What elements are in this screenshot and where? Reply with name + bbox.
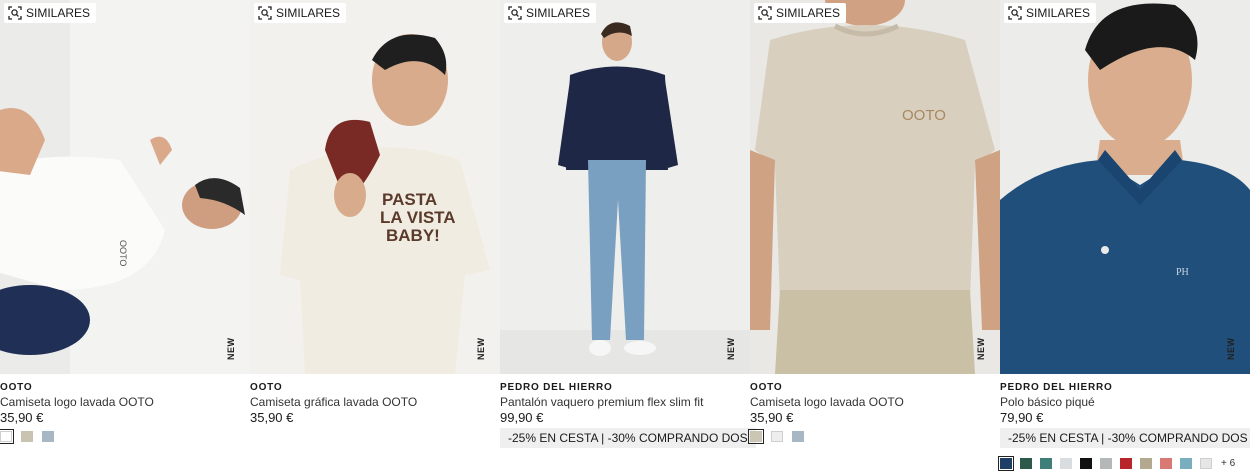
similar-label: SIMILARES bbox=[26, 6, 91, 20]
new-badge: NEW bbox=[1226, 337, 1236, 361]
color-swatch[interactable] bbox=[1200, 458, 1212, 469]
color-swatch[interactable] bbox=[792, 431, 804, 442]
color-swatch[interactable] bbox=[1060, 458, 1072, 469]
product-grid: OOTO SIMILARES NEW OOTO Camiseta logo la… bbox=[0, 0, 1250, 472]
product-info: PEDRO DEL HIERRO Polo básico piqué 79,90… bbox=[1000, 382, 1250, 426]
product-name[interactable]: Camiseta logo lavada OOTO bbox=[750, 395, 1000, 410]
product-info: OOTO Camiseta logo lavada OOTO 35,90 € bbox=[750, 382, 1000, 426]
color-swatch[interactable] bbox=[998, 456, 1014, 471]
product-price: 35,90 € bbox=[750, 410, 794, 425]
product-image[interactable]: PH SIMILARES NEW bbox=[1000, 0, 1250, 374]
similar-label: SIMILARES bbox=[276, 6, 341, 20]
more-colors-count[interactable]: + 6 bbox=[1221, 458, 1235, 469]
similar-button[interactable]: SIMILARES bbox=[754, 3, 847, 23]
product-card[interactable]: PH SIMILARES NEW PEDRO DEL HIERRO Polo b… bbox=[998, 0, 1250, 472]
product-info: PEDRO DEL HIERRO Pantalón vaquero premiu… bbox=[500, 382, 750, 426]
color-swatch[interactable] bbox=[1160, 458, 1172, 469]
similar-button[interactable]: SIMILARES bbox=[1004, 3, 1097, 23]
color-swatch[interactable] bbox=[1080, 458, 1092, 469]
product-brand: PEDRO DEL HIERRO bbox=[500, 382, 613, 393]
color-swatch[interactable] bbox=[1180, 458, 1192, 469]
svg-text:PH: PH bbox=[1176, 267, 1189, 278]
product-image[interactable]: OOTO SIMILARES NEW bbox=[0, 0, 250, 374]
color-swatch[interactable] bbox=[1120, 458, 1132, 469]
new-badge: NEW bbox=[226, 337, 236, 361]
color-swatch[interactable] bbox=[748, 429, 764, 444]
svg-text:PASTA: PASTA bbox=[382, 190, 437, 209]
color-swatch[interactable] bbox=[771, 431, 783, 442]
svg-text:BABY!: BABY! bbox=[386, 226, 440, 245]
product-image[interactable]: PASTA LA VISTA BABY! SIMILARES NEW bbox=[250, 0, 500, 374]
product-card[interactable]: PASTA LA VISTA BABY! SIMILARES NEW OOTO … bbox=[250, 0, 500, 472]
color-swatch[interactable] bbox=[1100, 458, 1112, 469]
promo-badge: -25% EN CESTA | -30% COMPRANDO DOS bbox=[1000, 428, 1250, 448]
product-info: OOTO Camiseta gráfica lavada OOTO 35,90 … bbox=[250, 382, 500, 426]
color-swatch[interactable] bbox=[0, 429, 14, 444]
product-brand: OOTO bbox=[0, 382, 33, 393]
product-brand: OOTO bbox=[250, 382, 283, 393]
similar-button[interactable]: SIMILARES bbox=[504, 3, 597, 23]
svg-text:OOTO: OOTO bbox=[118, 240, 128, 266]
product-name[interactable]: Polo básico piqué bbox=[1000, 395, 1250, 410]
new-badge: NEW bbox=[976, 337, 986, 361]
product-brand: PEDRO DEL HIERRO bbox=[1000, 382, 1113, 393]
similar-label: SIMILARES bbox=[1026, 6, 1091, 20]
svg-text:OOTO: OOTO bbox=[902, 107, 946, 124]
product-image[interactable]: SIMILARES NEW bbox=[500, 0, 750, 374]
visual-search-icon bbox=[758, 6, 772, 20]
product-price: 35,90 € bbox=[0, 410, 44, 425]
visual-search-icon bbox=[8, 6, 22, 20]
product-info: OOTO Camiseta logo lavada OOTO 35,90 € bbox=[0, 382, 250, 426]
product-price: 79,90 € bbox=[1000, 410, 1044, 425]
product-card[interactable]: SIMILARES NEW PEDRO DEL HIERRO Pantalón … bbox=[500, 0, 756, 472]
svg-text:LA VISTA: LA VISTA bbox=[380, 208, 456, 227]
similar-label: SIMILARES bbox=[526, 6, 591, 20]
color-swatch[interactable] bbox=[21, 431, 33, 442]
product-card[interactable]: OOTO SIMILARES NEW OOTO Camiseta logo la… bbox=[0, 0, 250, 472]
product-name[interactable]: Camiseta logo lavada OOTO bbox=[0, 395, 250, 410]
product-name[interactable]: Pantalón vaquero premium flex slim fit bbox=[500, 395, 750, 410]
color-swatch[interactable] bbox=[1040, 458, 1052, 469]
visual-search-icon bbox=[1008, 6, 1022, 20]
visual-search-icon bbox=[258, 6, 272, 20]
new-badge: NEW bbox=[476, 337, 486, 361]
similar-button[interactable]: SIMILARES bbox=[4, 3, 97, 23]
product-price: 35,90 € bbox=[250, 410, 294, 425]
product-brand: OOTO bbox=[750, 382, 783, 393]
product-price: 99,90 € bbox=[500, 410, 544, 425]
product-card[interactable]: OOTO SIMILARES NEW OOTO Camiseta logo la… bbox=[748, 0, 1000, 472]
similar-button[interactable]: SIMILARES bbox=[254, 3, 347, 23]
visual-search-icon bbox=[508, 6, 522, 20]
color-swatch[interactable] bbox=[1140, 458, 1152, 469]
color-swatches bbox=[748, 429, 804, 444]
product-image[interactable]: OOTO SIMILARES NEW bbox=[750, 0, 1000, 374]
product-name[interactable]: Camiseta gráfica lavada OOTO bbox=[250, 395, 500, 410]
new-badge: NEW bbox=[726, 337, 736, 361]
promo-badge: -25% EN CESTA | -30% COMPRANDO DOS bbox=[500, 428, 756, 448]
color-swatches: + 6 bbox=[998, 456, 1235, 471]
color-swatches bbox=[0, 429, 54, 444]
similar-label: SIMILARES bbox=[776, 6, 841, 20]
color-swatch[interactable] bbox=[1020, 458, 1032, 469]
color-swatch[interactable] bbox=[42, 431, 54, 442]
